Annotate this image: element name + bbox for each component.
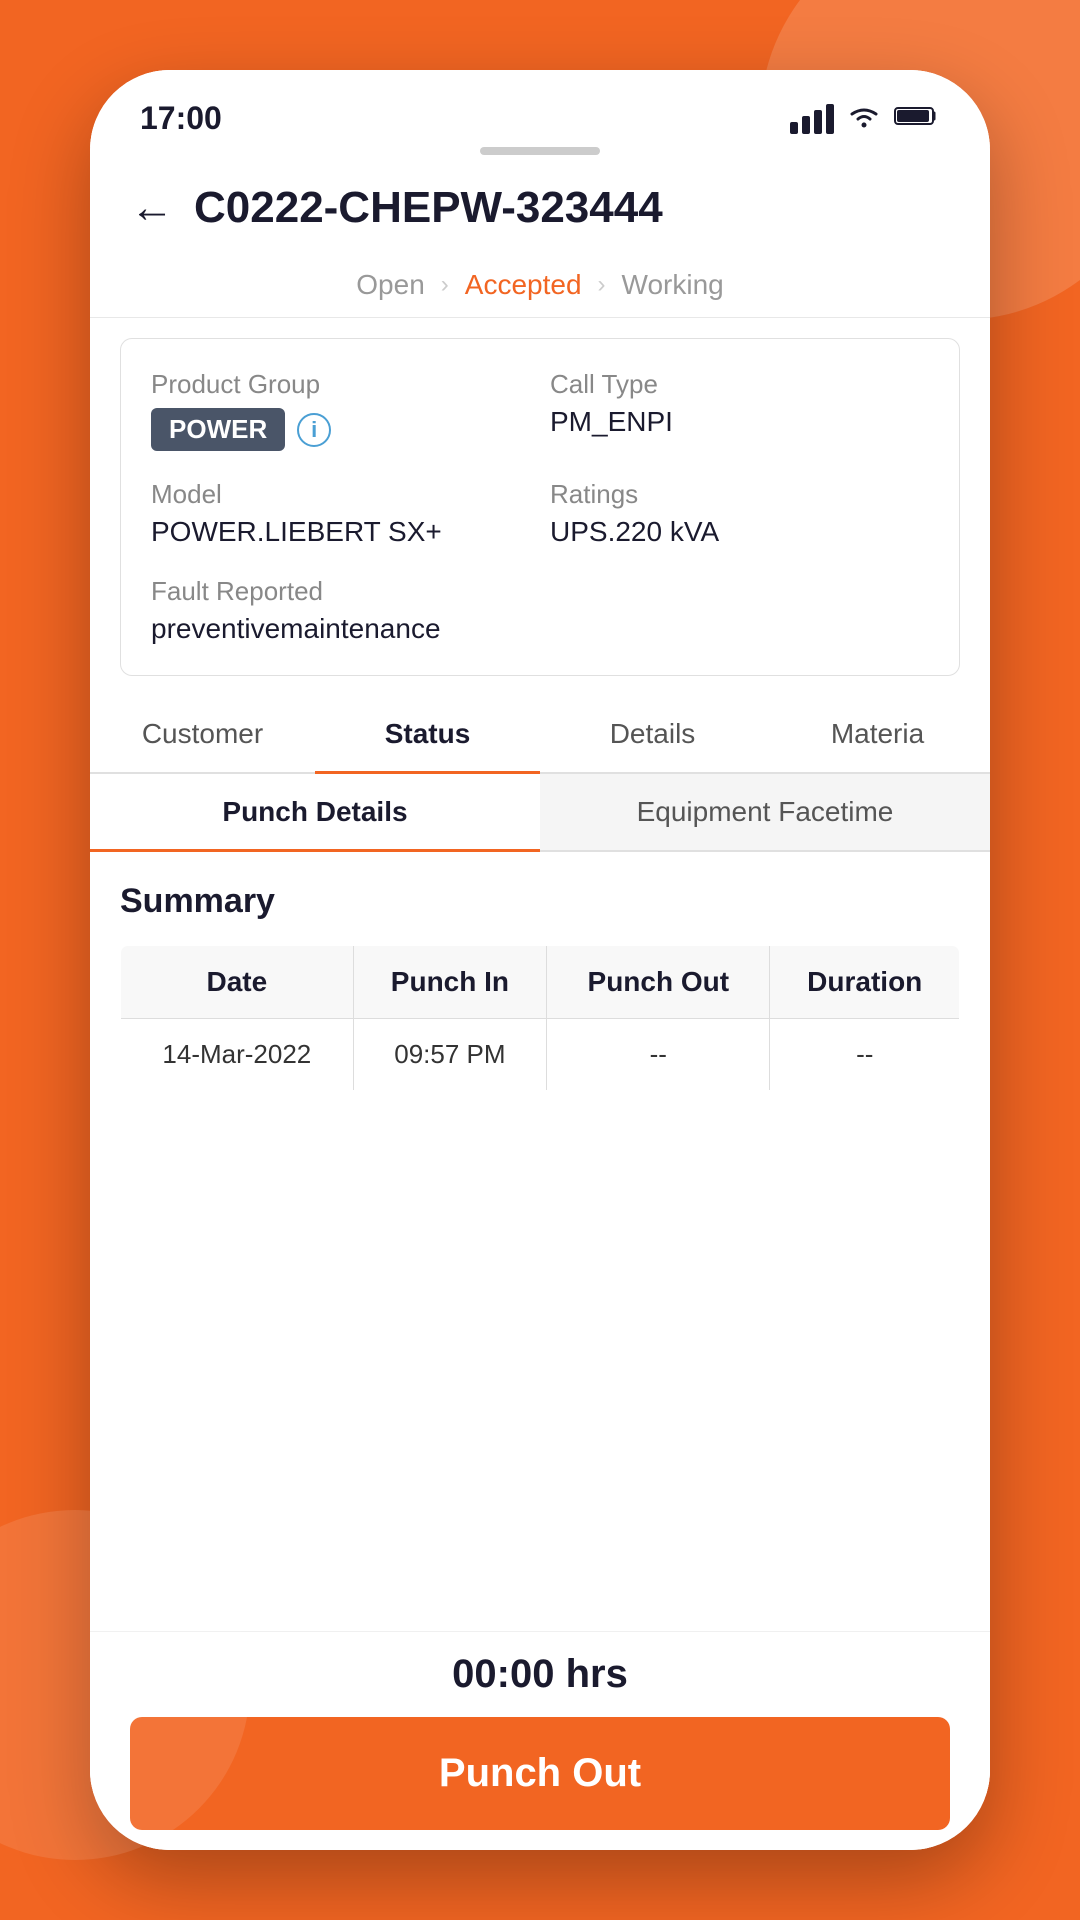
info-icon[interactable]: i [297,413,331,447]
total-hours: 00:00 hrs [130,1652,950,1697]
punch-out-button[interactable]: Punch Out [130,1717,950,1830]
header: ← C0222-CHEPW-323444 [90,163,990,253]
content-area: Summary Date Punch In Punch Out Duration… [90,852,990,1631]
call-type-value: PM_ENPI [550,406,929,438]
battery-icon [894,104,940,133]
col-duration: Duration [770,946,960,1019]
call-type-field: Call Type PM_ENPI [550,369,929,451]
power-badge: POWER [151,408,285,451]
model-field: Model POWER.LIEBERT SX+ [151,479,530,548]
drag-indicator [480,147,600,155]
cell-punch-out: -- [547,1019,770,1091]
tab-status[interactable]: Status [315,696,540,772]
step-working[interactable]: Working [622,269,724,301]
step-arrow-1: › [441,271,449,299]
tab-details[interactable]: Details [540,696,765,772]
phone-screen: 17:00 [90,70,990,1850]
summary-table: Date Punch In Punch Out Duration 14-Mar-… [120,945,960,1091]
main-tabs: Customer Status Details Materia [90,696,990,774]
step-accepted[interactable]: Accepted [465,269,582,301]
status-bar: 17:00 [90,70,990,147]
call-type-label: Call Type [550,369,929,400]
ratings-label: Ratings [550,479,929,510]
status-icons [790,102,940,135]
cell-date: 14-Mar-2022 [121,1019,354,1091]
product-group-field: Product Group POWER i [151,369,530,451]
fault-field: Fault Reported preventivemaintenance [151,576,929,645]
tab-equipment-facetime[interactable]: Equipment Facetime [540,774,990,850]
tab-customer[interactable]: Customer [90,696,315,772]
summary-title: Summary [120,882,960,921]
ratings-value: UPS.220 kVA [550,516,929,548]
step-arrow-2: › [598,271,606,299]
progress-steps: Open › Accepted › Working [90,253,990,318]
table-row: 14-Mar-2022 09:57 PM -- -- [121,1019,960,1091]
tab-punch-details[interactable]: Punch Details [90,774,540,850]
col-punch-in: Punch In [353,946,546,1019]
signal-bars-icon [790,104,834,134]
col-punch-out: Punch Out [547,946,770,1019]
fault-label: Fault Reported [151,576,929,607]
ratings-field: Ratings UPS.220 kVA [550,479,929,548]
product-group-label: Product Group [151,369,530,400]
step-open[interactable]: Open [356,269,425,301]
model-label: Model [151,479,530,510]
tab-material[interactable]: Materia [765,696,990,772]
info-card: Product Group POWER i Call Type PM_ENPI … [120,338,960,676]
sub-tabs: Punch Details Equipment Facetime [90,774,990,852]
col-date: Date [121,946,354,1019]
model-value: POWER.LIEBERT SX+ [151,516,530,548]
phone-frame: 17:00 [90,70,990,1850]
status-time: 17:00 [140,100,222,137]
bottom-section: 00:00 hrs Punch Out [90,1631,990,1850]
fault-value: preventivemaintenance [151,613,929,645]
wifi-icon [846,102,882,135]
cell-duration: -- [770,1019,960,1091]
back-button[interactable]: ← [130,186,174,230]
cell-punch-in: 09:57 PM [353,1019,546,1091]
page-title: C0222-CHEPW-323444 [194,183,663,233]
